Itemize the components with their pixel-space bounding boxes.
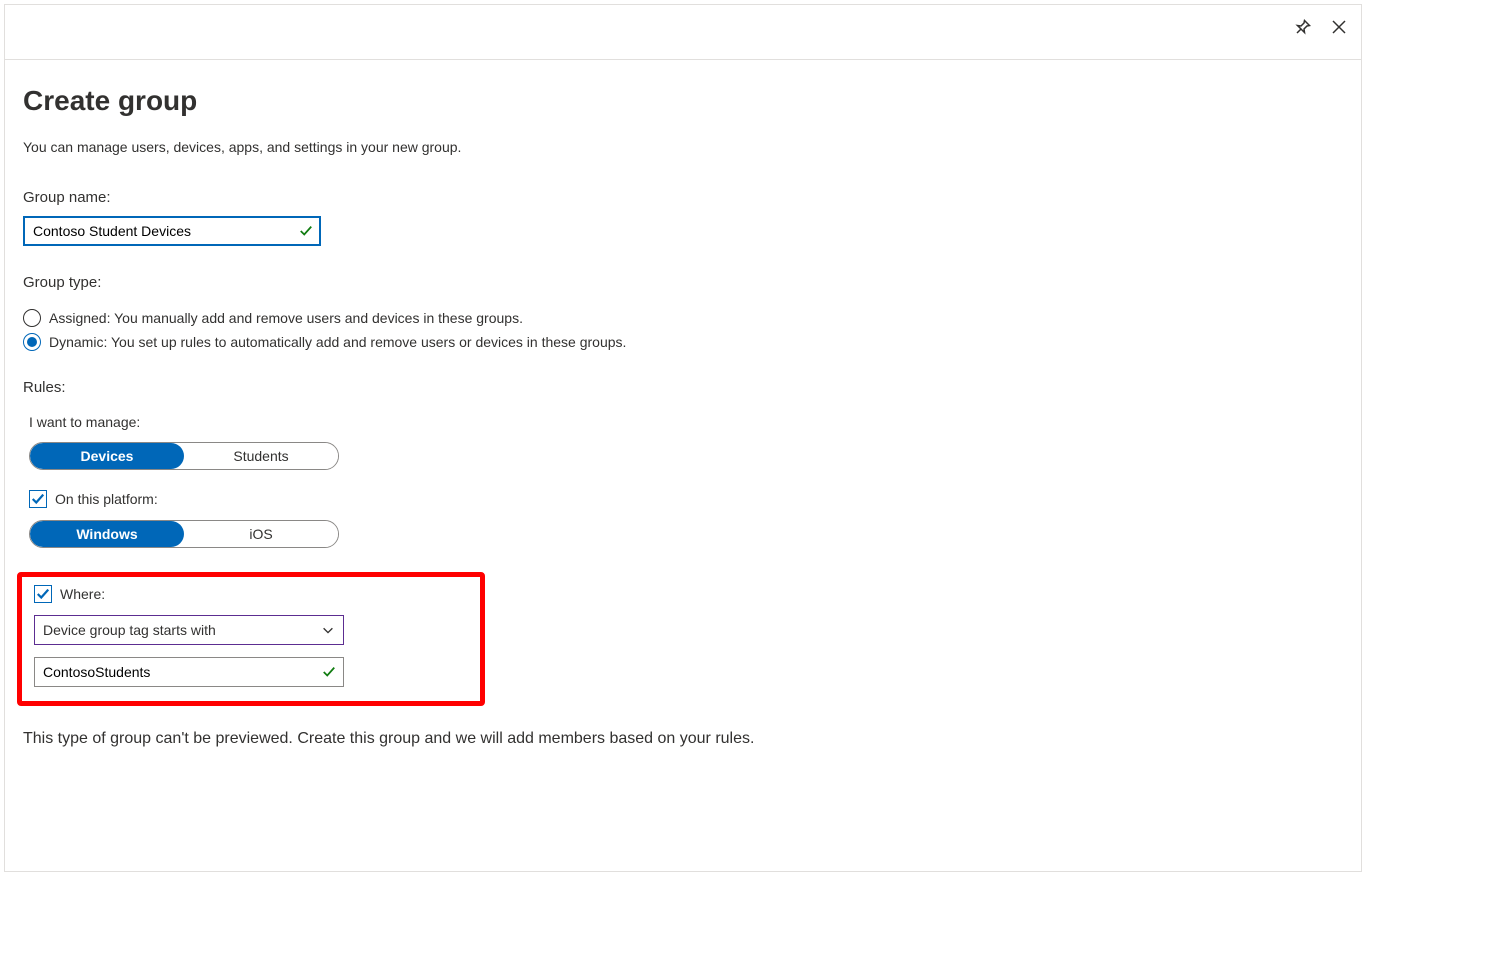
manage-toggle: Devices Students <box>29 442 339 470</box>
header-divider <box>5 59 1361 60</box>
radio-assigned[interactable]: Assigned: You manually add and remove us… <box>23 309 1343 327</box>
platform-toggle: Windows iOS <box>29 520 339 548</box>
rules-label: Rules: <box>23 379 1343 396</box>
panel-header-actions <box>1289 13 1353 41</box>
page-title: Create group <box>23 85 1343 117</box>
checkmark-icon <box>36 587 50 601</box>
checkmark-icon <box>31 492 45 506</box>
radio-icon <box>23 309 41 327</box>
radio-dynamic[interactable]: Dynamic: You set up rules to automatical… <box>23 333 1343 351</box>
where-condition-dropdown[interactable]: Device group tag starts with <box>34 615 344 645</box>
radio-assigned-label: Assigned: You manually add and remove us… <box>49 310 523 326</box>
panel-content: Create group You can manage users, devic… <box>5 5 1361 766</box>
group-name-input[interactable] <box>23 216 321 246</box>
pin-button[interactable] <box>1289 13 1317 41</box>
page-subtitle: You can manage users, devices, apps, and… <box>23 139 1343 155</box>
radio-dot-icon <box>27 337 37 347</box>
manage-label: I want to manage: <box>29 414 1343 430</box>
where-checkbox-row[interactable]: Where: <box>34 585 468 603</box>
manage-option-students[interactable]: Students <box>184 443 338 469</box>
pin-icon <box>1295 19 1311 35</box>
group-name-input-wrap <box>23 216 321 246</box>
checkmark-icon <box>322 665 336 679</box>
platform-option-windows[interactable]: Windows <box>30 521 184 547</box>
radio-dynamic-label: Dynamic: You set up rules to automatical… <box>49 334 626 350</box>
where-value-input[interactable] <box>34 657 344 687</box>
platform-checkbox-row[interactable]: On this platform: <box>29 490 1343 508</box>
where-condition-value: Device group tag starts with <box>43 622 216 638</box>
close-icon <box>1331 19 1347 35</box>
close-button[interactable] <box>1325 13 1353 41</box>
footer-message: This type of group can't be previewed. C… <box>23 730 1343 748</box>
manage-option-devices[interactable]: Devices <box>30 443 184 469</box>
where-highlight: Where: Device group tag starts with <box>17 572 485 706</box>
radio-icon <box>23 333 41 351</box>
where-checkbox <box>34 585 52 603</box>
checkmark-icon <box>299 224 313 238</box>
group-type-radio-group: Assigned: You manually add and remove us… <box>23 309 1343 351</box>
create-group-panel: Create group You can manage users, devic… <box>4 4 1362 872</box>
platform-label: On this platform: <box>55 491 158 507</box>
rules-section: I want to manage: Devices Students On th… <box>23 414 1343 706</box>
group-type-label: Group type: <box>23 274 1343 291</box>
where-label: Where: <box>60 586 105 602</box>
chevron-down-icon <box>321 623 335 637</box>
where-value-input-wrap <box>34 657 344 687</box>
group-name-label: Group name: <box>23 189 1343 206</box>
platform-checkbox <box>29 490 47 508</box>
platform-option-ios[interactable]: iOS <box>184 521 338 547</box>
